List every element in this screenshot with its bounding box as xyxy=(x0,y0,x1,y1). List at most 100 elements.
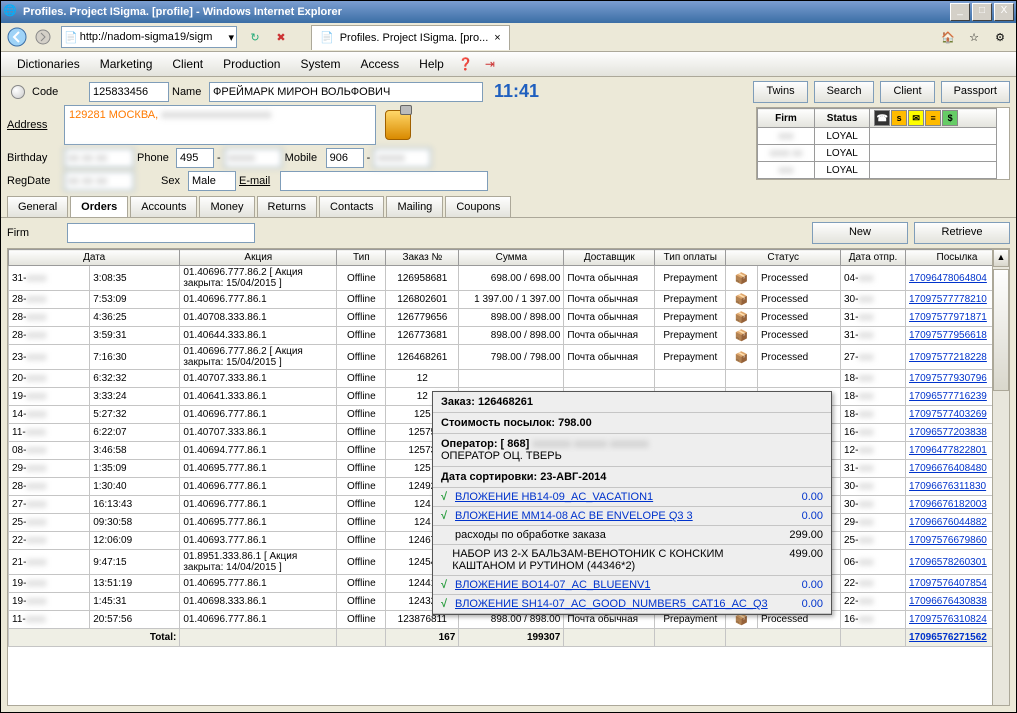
sex-field[interactable]: Male xyxy=(188,171,236,191)
search-button[interactable]: Search xyxy=(814,81,875,103)
help-icon[interactable]: ❓ xyxy=(454,52,478,76)
forward-button[interactable] xyxy=(31,25,55,49)
maximize-button[interactable]: □ xyxy=(972,3,992,21)
scroll-up-icon[interactable]: ▲ xyxy=(993,249,1009,267)
phone-code-field[interactable]: 495 xyxy=(176,148,214,168)
regdate-field[interactable]: xx xx xx xyxy=(64,171,134,191)
scroll-thumb[interactable] xyxy=(993,269,1009,391)
retrieve-button[interactable]: Retrieve xyxy=(914,222,1010,244)
tab-coupons[interactable]: Coupons xyxy=(445,196,511,217)
menu-help[interactable]: Help xyxy=(409,54,454,74)
col-shipdate[interactable]: Дата отпр. xyxy=(841,250,906,266)
list-icon[interactable]: ≡ xyxy=(925,110,941,126)
parcel-link[interactable]: 17096578260301 xyxy=(909,557,987,568)
email-field[interactable] xyxy=(280,171,488,191)
menu-production[interactable]: Production xyxy=(213,54,290,74)
parcel-link[interactable]: 17096676044882 xyxy=(909,517,987,528)
minimize-button[interactable]: _ xyxy=(950,3,970,21)
parcel-link[interactable]: 17097576310824 xyxy=(909,614,987,625)
total-parcel-link[interactable]: 17096576271562 xyxy=(909,632,987,643)
sms-icon[interactable]: s xyxy=(891,110,907,126)
parcel-link[interactable]: 17096577716239 xyxy=(909,391,987,402)
parcel-link[interactable]: 17097577403269 xyxy=(909,409,987,420)
tab-close-icon[interactable]: × xyxy=(494,32,500,44)
menu-dictionaries[interactable]: Dictionaries xyxy=(7,54,90,74)
browser-tab[interactable]: 📄 Profiles. Project ISigma. [pro... × xyxy=(311,25,510,50)
address-label[interactable]: Address xyxy=(7,119,61,131)
email-label[interactable]: E-mail xyxy=(239,175,277,187)
twins-button[interactable]: Twins xyxy=(753,81,807,103)
parcel-link[interactable]: 17097577778210 xyxy=(909,294,987,305)
tab-general[interactable]: General xyxy=(7,196,68,217)
parcel-link[interactable]: 17097577930796 xyxy=(909,373,987,384)
table-row[interactable]: 28-xxxx3:59:3101.40644.333.86.1Offline12… xyxy=(9,327,1009,345)
back-button[interactable] xyxy=(5,25,29,49)
table-row[interactable]: 23-xxxx7:16:3001.40696.777.86.2 [ Акция … xyxy=(9,345,1009,370)
parcel-link[interactable]: 17096676430838 xyxy=(909,596,987,607)
col-sum[interactable]: Сумма xyxy=(459,250,564,266)
refresh-button[interactable]: ↻ xyxy=(243,25,267,49)
col-orderno[interactable]: Заказ № xyxy=(386,250,459,266)
table-row[interactable]: 20-xxxx6:32:3201.40707.333.86.1Offline12… xyxy=(9,370,1009,388)
parcel-link[interactable]: 17096676182003 xyxy=(909,499,987,510)
passport-button[interactable]: Passport xyxy=(941,81,1010,103)
parcel-link[interactable]: 17097576679860 xyxy=(909,535,987,546)
menu-access[interactable]: Access xyxy=(350,54,409,74)
parcel-link[interactable]: 17096676311830 xyxy=(909,481,986,492)
parcel-link[interactable]: 17096676408480 xyxy=(909,463,987,474)
parcel-link[interactable]: 17097576407854 xyxy=(909,578,987,589)
birthday-field[interactable]: xx xx xx xyxy=(64,148,134,168)
phone-num-field[interactable]: xxxxx xyxy=(224,148,282,168)
url-input[interactable] xyxy=(78,30,229,44)
menu-marketing[interactable]: Marketing xyxy=(90,54,163,74)
table-row[interactable]: 31-xxxx3:08:3501.40696.777.86.2 [ Акция … xyxy=(9,266,1009,291)
parcel-link[interactable]: 17096577203838 xyxy=(909,427,987,438)
sex-label: Sex xyxy=(161,175,185,187)
tab-returns[interactable]: Returns xyxy=(257,196,318,217)
stop-button[interactable]: ✖ xyxy=(269,25,293,49)
dropdown-icon[interactable]: ▾ xyxy=(228,31,234,44)
grid-scrollbar[interactable]: ▲ xyxy=(992,249,1009,705)
col-delivery[interactable]: Доставщик xyxy=(564,250,655,266)
menu-client[interactable]: Client xyxy=(162,54,213,74)
phone-icon[interactable]: ☎ xyxy=(874,110,890,126)
exit-icon[interactable]: ⇥ xyxy=(478,52,502,76)
parcel-link[interactable]: 17097577218228 xyxy=(909,352,987,363)
code-field[interactable]: 125833456 xyxy=(89,82,169,102)
app-menubar: Dictionaries Marketing Client Production… xyxy=(1,52,1016,77)
tab-accounts[interactable]: Accounts xyxy=(130,196,197,217)
parcel-link[interactable]: 17096477822801 xyxy=(909,445,987,456)
tab-orders[interactable]: Orders xyxy=(70,196,128,217)
col-status[interactable]: Status xyxy=(814,109,869,128)
new-button[interactable]: New xyxy=(812,222,908,244)
mail-icon[interactable]: ✉ xyxy=(908,110,924,126)
table-row[interactable]: 28-xxxx4:36:2501.40708.333.86.1Offline12… xyxy=(9,309,1009,327)
menu-system[interactable]: System xyxy=(290,54,350,74)
ok-icon[interactable]: $ xyxy=(942,110,958,126)
mobile-num-field[interactable]: xxxxx xyxy=(373,148,431,168)
col-action[interactable]: Акция xyxy=(180,250,337,266)
col-status[interactable]: Статус xyxy=(726,250,841,266)
favorites-icon[interactable]: ☆ xyxy=(962,25,986,49)
col-type[interactable]: Тип xyxy=(337,250,386,266)
mobile-code-field[interactable]: 906 xyxy=(326,148,364,168)
home-icon[interactable]: 🏠 xyxy=(936,25,960,49)
page-icon: 📄 xyxy=(64,31,78,44)
tab-mailing[interactable]: Mailing xyxy=(386,196,443,217)
parcel-link[interactable]: 17096478064804 xyxy=(909,273,987,284)
firm-select[interactable] xyxy=(67,223,255,243)
tab-contacts[interactable]: Contacts xyxy=(319,196,384,217)
tools-icon[interactable]: ⚙ xyxy=(988,25,1012,49)
col-paytype[interactable]: Тип оплаты xyxy=(655,250,726,266)
client-button[interactable]: Client xyxy=(880,81,934,103)
close-button[interactable]: X xyxy=(994,3,1014,21)
table-row[interactable]: 28-xxxx7:53:0901.40696.777.86.1Offline12… xyxy=(9,291,1009,309)
tab-money[interactable]: Money xyxy=(199,196,254,217)
col-date[interactable]: Дата xyxy=(9,250,180,266)
col-firm[interactable]: Firm xyxy=(758,109,815,128)
address-bar[interactable]: 📄 ▾ xyxy=(61,26,237,48)
parcel-link[interactable]: 17097577971871 xyxy=(909,312,987,323)
address-field[interactable]: 129281 МОСКВА, xxxxxxxxxxxxxxxxxxxx xyxy=(64,105,376,145)
name-field[interactable]: ФРЕЙМАРК МИРОН ВОЛЬФОВИЧ xyxy=(209,82,483,102)
parcel-link[interactable]: 17097577956618 xyxy=(909,330,987,341)
